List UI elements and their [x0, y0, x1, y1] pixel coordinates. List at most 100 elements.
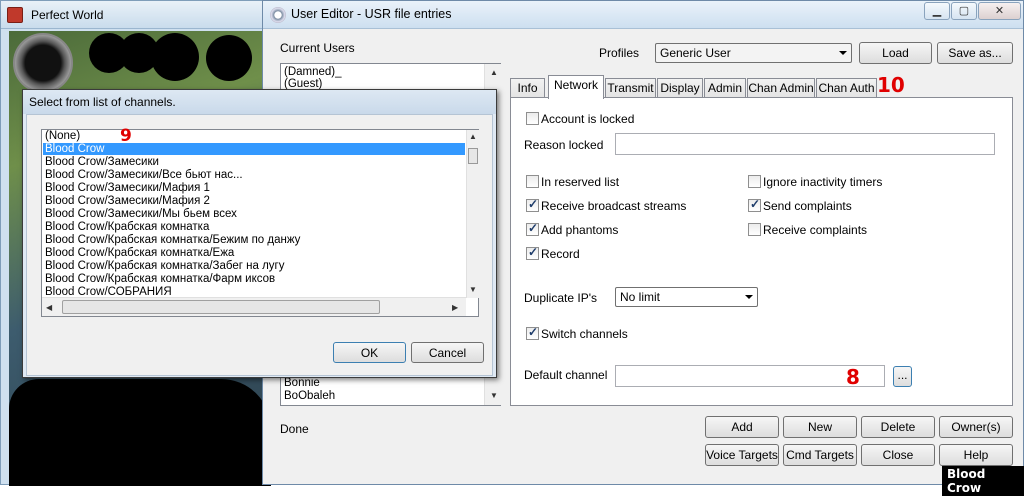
list-item[interactable]: (None): [45, 130, 80, 142]
in-reserved-list-label: In reserved list: [541, 175, 620, 189]
record-label: Record: [541, 247, 580, 261]
profiles-label: Profiles: [599, 46, 640, 60]
tab-chan-auth[interactable]: Chan Auth: [816, 78, 877, 98]
perfect-world-title: Perfect World: [31, 8, 104, 22]
tab-admin[interactable]: Admin: [704, 78, 746, 98]
scroll-up-icon[interactable]: ▲: [490, 68, 498, 77]
channel-list[interactable]: (None) Blood Crow Blood Crow/Замесики Bl…: [41, 126, 479, 317]
maximize-button[interactable]: ▢: [951, 2, 977, 20]
tab-chan-admin[interactable]: Chan Admin: [747, 78, 815, 98]
scroll-down-icon[interactable]: ▼: [490, 391, 498, 400]
editor-app-icon: [270, 7, 286, 23]
switch-channels-label: Switch channels: [541, 327, 628, 341]
list-item[interactable]: Blood Crow/Крабская комнатка/Ежа: [45, 247, 234, 259]
owners-button[interactable]: Owner(s): [939, 416, 1013, 438]
list-item[interactable]: Blood Crow/Замесики/Мафия 2: [45, 195, 210, 207]
delete-button[interactable]: Delete: [861, 416, 935, 438]
reason-locked-label: Reason locked: [524, 138, 604, 152]
receive-complaints-label: Receive complaints: [763, 223, 868, 237]
list-item[interactable]: Blood Crow/Замесики/Все бьют нас...: [45, 169, 243, 181]
scroll-down-icon[interactable]: ▼: [469, 285, 477, 294]
send-complaints-checkbox[interactable]: [748, 197, 761, 212]
annotation-marker: 9: [120, 126, 132, 146]
scroll-up-icon[interactable]: ▲: [469, 132, 477, 141]
default-channel-input[interactable]: [615, 365, 885, 387]
load-button[interactable]: Load: [859, 42, 932, 64]
cancel-button[interactable]: Cancel: [411, 342, 484, 363]
add-phantoms-checkbox[interactable]: [526, 221, 539, 236]
list-item[interactable]: Blood Crow/Крабская комнатка/Фарм иксов: [45, 273, 275, 285]
game-hud-compass-icon: [13, 33, 73, 93]
record-checkbox[interactable]: [526, 245, 539, 260]
account-locked-label: Account is locked: [541, 112, 635, 126]
new-button[interactable]: New: [783, 416, 857, 438]
editor-title: User Editor - USR file entries: [291, 7, 452, 21]
chevron-down-icon: [745, 295, 753, 299]
switch-channels-checkbox[interactable]: [526, 325, 539, 340]
annotation-marker: 10: [877, 73, 905, 97]
editor-titlebar[interactable]: User Editor - USR file entries ▁ ▢ ✕: [263, 1, 1023, 29]
ok-button[interactable]: OK: [333, 342, 406, 363]
scroll-left-icon[interactable]: ◀: [46, 303, 52, 312]
tab-info[interactable]: Info: [510, 78, 545, 98]
list-item[interactable]: Blood Crow/Крабская комнатка/Забег на лу…: [45, 260, 284, 272]
list-item[interactable]: Bonnie: [284, 377, 320, 389]
receive-broadcast-checkbox[interactable]: [526, 197, 539, 212]
list-item-selected[interactable]: Blood Crow: [43, 143, 465, 155]
profiles-select-value: Generic User: [660, 46, 731, 60]
duplicate-ips-value: No limit: [620, 290, 661, 304]
save-as-button[interactable]: Save as...: [937, 42, 1013, 64]
list-item[interactable]: Blood Crow/Замесики/Мафия 1: [45, 182, 210, 194]
account-locked-checkbox[interactable]: [526, 112, 539, 125]
redacted-blob: [151, 33, 199, 81]
cmd-targets-button[interactable]: Cmd Targets: [783, 444, 857, 466]
reason-locked-input[interactable]: [615, 133, 995, 155]
minimize-button[interactable]: ▁: [924, 2, 950, 20]
tab-display[interactable]: Display: [657, 78, 703, 98]
browse-channel-button[interactable]: ...: [893, 366, 912, 387]
list-item[interactable]: Blood Crow/Замесики/Мы бьем всех: [45, 208, 237, 220]
in-reserved-list-checkbox[interactable]: [526, 175, 539, 188]
ignore-inactivity-label: Ignore inactivity timers: [763, 175, 883, 189]
perfect-world-titlebar[interactable]: Perfect World: [1, 1, 266, 29]
chevron-down-icon: [839, 51, 847, 55]
duplicate-ips-label: Duplicate IP's: [524, 291, 597, 305]
list-item[interactable]: Blood Crow/СОБРАНИЯ: [45, 286, 172, 295]
tab-network[interactable]: Network: [548, 75, 604, 99]
current-users-label: Current Users: [280, 41, 355, 55]
dialog-title: Select from list of channels.: [29, 95, 176, 109]
default-channel-label: Default channel: [524, 368, 608, 382]
scroll-thumb[interactable]: [468, 148, 478, 164]
ignore-inactivity-checkbox[interactable]: [748, 175, 761, 188]
scroll-right-icon[interactable]: ▶: [452, 303, 458, 312]
send-complaints-label: Send complaints: [763, 199, 852, 213]
dialog-titlebar[interactable]: Select from list of channels.: [23, 90, 496, 114]
duplicate-ips-select[interactable]: No limit: [615, 287, 758, 307]
dialog-body: (None) Blood Crow Blood Crow/Замесики Bl…: [26, 114, 493, 376]
tab-transmit[interactable]: Transmit: [605, 78, 656, 98]
receive-complaints-checkbox[interactable]: [748, 223, 761, 236]
select-channel-dialog: Select from list of channels. (None) Blo…: [22, 89, 497, 378]
watermark: Blood Crow: [942, 466, 1024, 496]
window-close-button[interactable]: ✕: [978, 2, 1021, 20]
channel-list-hscrollbar[interactable]: ◀ ▶: [42, 297, 466, 316]
scroll-thumb[interactable]: [62, 300, 380, 314]
voice-targets-button[interactable]: Voice Targets: [705, 444, 779, 466]
list-item[interactable]: (Damned)_: [284, 66, 342, 78]
list-item[interactable]: Blood Crow/Замесики: [45, 156, 159, 168]
perfect-world-app-icon: [7, 7, 23, 23]
list-item[interactable]: BoObaleh: [284, 390, 335, 402]
annotation-marker: 8: [846, 365, 860, 389]
add-button[interactable]: Add: [705, 416, 779, 438]
profiles-select[interactable]: Generic User: [655, 43, 852, 63]
redacted-area: [9, 379, 271, 486]
list-item[interactable]: Blood Crow/Крабская комнатка/Бежим по да…: [45, 234, 300, 246]
redacted-blob: [206, 35, 252, 81]
help-button[interactable]: Help: [939, 444, 1013, 466]
close-icon: ✕: [994, 5, 1005, 17]
close-button[interactable]: Close: [861, 444, 935, 466]
channel-list-vscrollbar[interactable]: ▲ ▼: [466, 130, 479, 298]
receive-broadcast-label: Receive broadcast streams: [541, 199, 687, 213]
status-text: Done: [280, 422, 309, 436]
list-item[interactable]: Blood Crow/Крабская комнатка: [45, 221, 209, 233]
